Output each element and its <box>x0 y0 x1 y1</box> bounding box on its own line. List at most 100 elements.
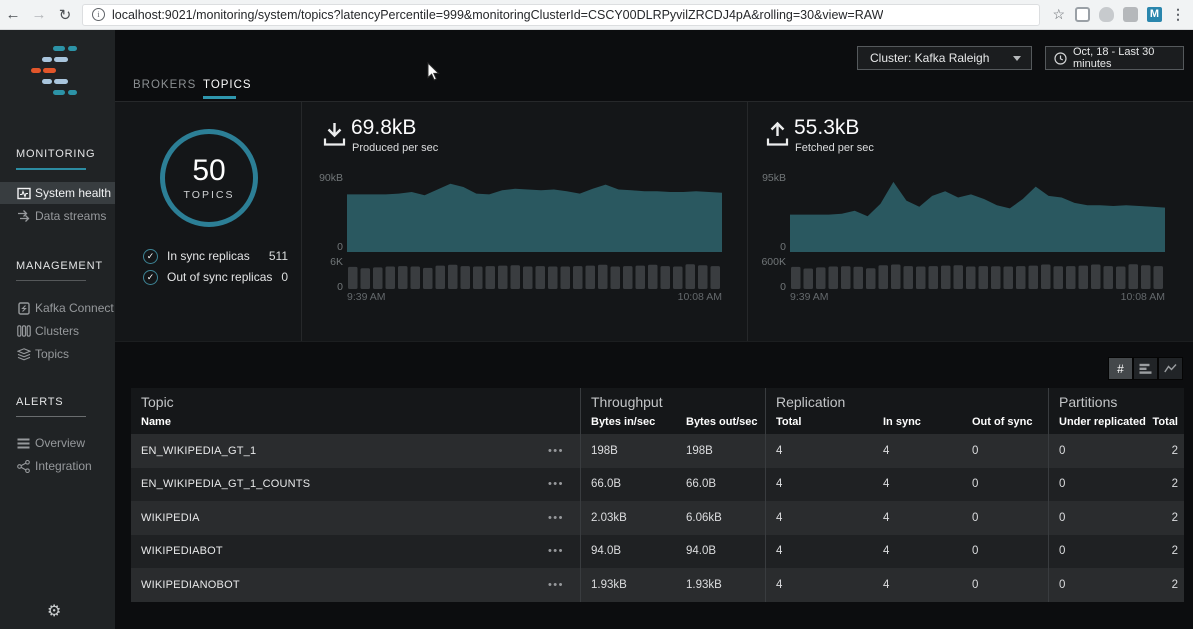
row-menu-icon[interactable]: ••• <box>548 512 580 524</box>
legend-label: Out of sync replicas <box>167 270 272 284</box>
produced-bar-chart <box>347 262 722 289</box>
cluster-selector[interactable]: Cluster: Kafka Raleigh <box>857 46 1032 70</box>
sidebar-item-system-health[interactable]: System health <box>0 182 115 204</box>
cell-under-replicated: 0 <box>1048 501 1148 535</box>
view-toggle-values[interactable]: # <box>1108 357 1133 380</box>
topic-name-cell[interactable]: EN_WIKIPEDIA_GT_1••• <box>131 434 580 468</box>
sidebar-item-label: Data streams <box>35 209 106 223</box>
x-axis-labels: 9:39 AM 10:08 AM <box>347 291 722 303</box>
row-menu-icon[interactable]: ••• <box>548 579 580 591</box>
table-row[interactable]: EN_WIKIPEDIA_GT_1•••198B198B44002 <box>131 434 1184 468</box>
tab-topics[interactable]: TOPICS <box>203 77 252 94</box>
col-name: Name <box>131 410 580 434</box>
logo-dash <box>54 79 68 84</box>
row-menu-icon[interactable]: ••• <box>548 545 580 557</box>
x-axis-start: 9:39 AM <box>790 291 829 303</box>
cell-part-total: 2 <box>1148 501 1184 535</box>
extension-icon-2[interactable] <box>1099 7 1114 22</box>
topics-icon <box>16 348 31 361</box>
logo-dash <box>54 57 68 62</box>
cell-bytes-in: 66.0B <box>580 468 676 502</box>
table-row[interactable]: WIKIPEDIA•••2.03kB6.06kB44002 <box>131 501 1184 535</box>
topic-name-cell[interactable]: EN_WIKIPEDIA_GT_1_COUNTS••• <box>131 468 580 502</box>
y-axis-max-label: 95kB <box>758 172 786 184</box>
time-range-button[interactable]: Oct, 18 - Last 30 minutes <box>1045 46 1184 70</box>
sidebar-item-overview[interactable]: Overview <box>0 432 115 454</box>
divider <box>115 101 1193 102</box>
table-row[interactable]: EN_WIKIPEDIA_GT_1_COUNTS•••66.0B66.0B440… <box>131 468 1184 502</box>
page-info-icon[interactable]: i <box>92 8 105 21</box>
upload-icon <box>766 121 789 152</box>
group-partitions: Partitions <box>1048 388 1184 410</box>
checkbox-checked-icon[interactable]: ✓ <box>143 249 158 264</box>
section-title-management: MANAGEMENT <box>16 260 103 272</box>
fetched-chart-card: 55.3kB Fetched per sec 95kB 0 600K 0 9:3… <box>758 115 1188 311</box>
browser-menu-icon[interactable]: ⋮ <box>1171 6 1185 23</box>
cell-repl-total: 4 <box>765 434 873 468</box>
topic-name-cell[interactable]: WIKIPEDIA ••• <box>131 501 580 535</box>
group-replication: Replication <box>765 388 1048 410</box>
col-bytes-in: Bytes in/sec <box>580 410 676 434</box>
view-toggle-bars-icon[interactable] <box>1133 357 1158 380</box>
section-rule <box>16 280 86 281</box>
clock-icon <box>1054 52 1067 65</box>
sidebar-item-integration[interactable]: Integration <box>0 455 115 477</box>
cell-bytes-in: 94.0B <box>580 535 676 569</box>
topic-name-cell[interactable]: WIKIPEDIABOT ••• <box>131 535 580 569</box>
legend-value: 0 <box>281 270 288 284</box>
col-repl-total: Total <box>765 410 873 434</box>
row-menu-icon[interactable]: ••• <box>548 445 580 457</box>
cell-under-replicated: 0 <box>1048 434 1148 468</box>
cell-in-sync: 4 <box>873 535 962 569</box>
topic-name-cell[interactable]: WIKIPEDIANOBOT••• <box>131 568 580 602</box>
x-axis-start: 9:39 AM <box>347 291 386 303</box>
logo-dash <box>68 90 77 95</box>
refresh-icon[interactable]: ↻ <box>52 6 78 24</box>
topic-name: WIKIPEDIA <box>141 512 200 524</box>
bookmark-star-icon[interactable]: ☆ <box>1052 6 1065 23</box>
fetched-rate-value: 55.3kB <box>794 116 859 140</box>
back-icon[interactable]: ← <box>0 6 26 23</box>
settings-gear-icon[interactable]: ⚙ <box>47 601 61 620</box>
overview-icon <box>16 438 31 449</box>
logo-dash <box>68 46 77 51</box>
cell-under-replicated: 0 <box>1048 535 1148 569</box>
col-out-of-sync: Out of sync <box>962 410 1048 434</box>
sidebar-item-label: Kafka Connect <box>35 301 114 315</box>
sidebar-item-topics[interactable]: Topics <box>0 343 115 365</box>
topics-unit-label: TOPICS <box>184 189 235 201</box>
sidebar-item-clusters[interactable]: Clusters <box>0 320 115 342</box>
cell-in-sync: 4 <box>873 468 962 502</box>
section-rule <box>16 416 86 417</box>
table-row[interactable]: WIKIPEDIABOT•••94.0B94.0B44002 <box>131 535 1184 569</box>
view-toggle-sparkline-icon[interactable] <box>1158 357 1183 380</box>
topic-name: WIKIPEDIABOT <box>141 545 223 557</box>
logo-dash <box>53 90 65 95</box>
tab-brokers[interactable]: BROKERS <box>133 77 196 94</box>
forward-icon[interactable]: → <box>26 6 52 23</box>
extension-icon-3[interactable] <box>1123 7 1138 22</box>
divider <box>301 101 302 341</box>
sidebar: MONITORING System health Data streams MA… <box>0 30 115 629</box>
sidebar-item-kafka-connect[interactable]: Kafka Connect <box>0 297 115 319</box>
checkbox-checked-icon[interactable]: ✓ <box>143 270 158 285</box>
table-row[interactable]: WIKIPEDIANOBOT•••1.93kB1.93kB44002 <box>131 568 1184 602</box>
sidebar-item-data-streams[interactable]: Data streams <box>0 205 115 227</box>
cell-repl-total: 4 <box>765 535 873 569</box>
cell-part-total: 2 <box>1148 468 1184 502</box>
legend-value: 511 <box>269 249 288 263</box>
row-menu-icon[interactable]: ••• <box>548 478 580 490</box>
extension-icon-m[interactable]: M <box>1147 7 1162 22</box>
cell-bytes-out: 66.0B <box>676 468 765 502</box>
url-text[interactable]: localhost:9021/monitoring/system/topics?… <box>112 8 883 22</box>
produced-area-chart <box>347 172 722 252</box>
produced-rate-value: 69.8kB <box>351 116 416 140</box>
sidebar-item-label: Topics <box>35 347 69 361</box>
table-sub-header: Name Bytes in/sec Bytes out/sec Total In… <box>131 410 1184 434</box>
cell-bytes-out: 94.0B <box>676 535 765 569</box>
bar-axis-max-label: 6K <box>315 256 343 268</box>
fetched-rate-label: Fetched per sec <box>795 142 874 154</box>
extension-icon-1[interactable] <box>1075 7 1090 22</box>
address-bar[interactable]: i localhost:9021/monitoring/system/topic… <box>82 4 1040 26</box>
chevron-down-icon <box>1013 56 1021 61</box>
